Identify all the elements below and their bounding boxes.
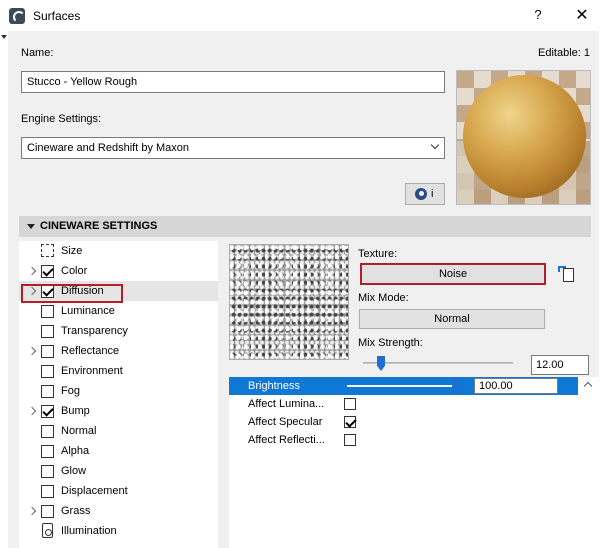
channel-item-glow[interactable]: Glow	[19, 461, 218, 481]
channel-checkbox[interactable]	[41, 265, 54, 278]
param-row-affect-specular[interactable]: Affect Specular	[229, 413, 578, 431]
help-button[interactable]: ?	[530, 7, 546, 22]
channel-checkbox[interactable]	[41, 505, 54, 518]
material-preview	[456, 70, 591, 205]
brightness-slider[interactable]	[347, 385, 457, 387]
mix-strength-label: Mix Strength:	[358, 337, 423, 349]
collapse-arrow-icon	[1, 35, 7, 39]
channel-label: Glow	[61, 465, 87, 477]
channel-item-environment[interactable]: Environment	[19, 361, 218, 381]
cinema4d-icon	[415, 188, 427, 200]
param-label: Affect Lumina...	[248, 398, 325, 410]
channel-checkbox[interactable]	[41, 345, 54, 358]
mix-mode-select[interactable]: Normal	[359, 309, 545, 329]
title-bar: Surfaces ? ✕	[0, 0, 607, 31]
load-texture-icon[interactable]	[557, 265, 581, 285]
diffusion-highlight-box	[21, 284, 123, 303]
channel-item-displacement[interactable]: Displacement	[19, 481, 218, 501]
channel-item-fog[interactable]: Fog	[19, 381, 218, 401]
channel-label: Alpha	[61, 445, 90, 457]
channel-label: Grass	[61, 505, 91, 517]
preview-sphere	[463, 75, 586, 198]
channel-label: Luminance	[61, 305, 115, 317]
param-label: Brightness	[248, 380, 300, 392]
chevron-right-icon[interactable]	[27, 506, 37, 516]
param-row-brightness[interactable]: Brightness 100.00	[229, 377, 578, 395]
chevron-right-icon[interactable]	[27, 406, 37, 416]
channel-label: Environment	[61, 365, 123, 377]
channel-label: Normal	[61, 425, 97, 437]
info-label: i	[431, 188, 434, 200]
channel-item-reflectance[interactable]: Reflectance	[19, 341, 218, 361]
name-label: Name:	[21, 47, 54, 59]
channel-checkbox[interactable]	[41, 465, 54, 478]
channel-item-transparency[interactable]: Transparency	[19, 321, 218, 341]
param-checkbox[interactable]	[344, 434, 356, 446]
channel-item-color[interactable]: Color	[19, 261, 218, 281]
scroll-up-icon[interactable]	[583, 381, 593, 391]
editable-count: Editable: 1	[538, 47, 590, 59]
channel-label: Bump	[61, 405, 90, 417]
param-row-affect-luminance[interactable]: Affect Lumina...	[229, 395, 578, 413]
param-label: Affect Specular	[248, 416, 323, 428]
param-checkbox[interactable]	[344, 416, 356, 428]
channel-label: Displacement	[61, 485, 128, 497]
surfaces-dialog: Name: Editable: 1 Stucco - Yellow Rough …	[8, 31, 599, 548]
channel-checkbox[interactable]	[41, 365, 54, 378]
channel-checkbox[interactable]	[41, 425, 54, 438]
texture-preview	[229, 244, 349, 360]
engine-settings-select[interactable]: Cineware and Redshift by Maxon	[21, 137, 445, 159]
mix-strength-input[interactable]: 12.00	[531, 355, 589, 375]
param-checkbox[interactable]	[344, 398, 356, 410]
name-field[interactable]: Stucco - Yellow Rough	[21, 71, 445, 93]
grid-scrollbar[interactable]	[578, 377, 599, 548]
size-icon	[41, 244, 54, 257]
mix-strength-slider-thumb[interactable]	[377, 356, 385, 371]
channel-checkbox[interactable]	[41, 485, 54, 498]
section-title: CINEWARE SETTINGS	[40, 220, 158, 232]
channel-label: Size	[61, 245, 83, 257]
brightness-slider-thumb[interactable]	[452, 379, 460, 394]
channel-label: Illumination	[61, 525, 117, 537]
param-row-affect-reflection[interactable]: Affect Reflecti...	[229, 431, 578, 449]
channel-checkbox[interactable]	[41, 305, 54, 318]
close-button[interactable]: ✕	[572, 5, 592, 25]
channel-checkbox[interactable]	[41, 445, 54, 458]
chevron-right-icon[interactable]	[27, 346, 37, 356]
engine-settings-value: Cineware and Redshift by Maxon	[27, 142, 190, 154]
arrow-icon	[558, 266, 566, 272]
mix-mode-label: Mix Mode:	[358, 292, 409, 304]
channel-checkbox[interactable]	[41, 325, 54, 338]
triangle-down-icon	[27, 224, 35, 229]
channel-label: Color	[61, 265, 88, 277]
texture-label: Texture:	[358, 248, 398, 260]
param-label: Affect Reflecti...	[248, 434, 325, 446]
channel-item-grass[interactable]: Grass	[19, 501, 218, 521]
archicad-app-icon	[9, 8, 25, 24]
window-title: Surfaces	[33, 9, 81, 23]
chevron-down-icon	[430, 140, 440, 150]
channel-item-alpha[interactable]: Alpha	[19, 441, 218, 461]
channel-label: Reflectance	[61, 345, 120, 357]
chevron-right-icon[interactable]	[27, 266, 37, 276]
parameter-grid: Brightness 100.00 Affect Lumina... Affec…	[229, 377, 599, 548]
cineware-info-button[interactable]: i	[405, 183, 445, 205]
cineware-settings-header[interactable]: CINEWARE SETTINGS	[19, 216, 591, 237]
channel-item-luminance[interactable]: Luminance	[19, 301, 218, 321]
engine-settings-label: Engine Settings:	[21, 113, 102, 125]
channel-label: Transparency	[61, 325, 128, 337]
illumination-icon	[42, 523, 53, 538]
channel-checkbox[interactable]	[41, 405, 54, 418]
channel-checkbox[interactable]	[41, 385, 54, 398]
channel-item-size[interactable]: Size	[19, 241, 218, 261]
channel-item-normal[interactable]: Normal	[19, 421, 218, 441]
channel-item-illumination[interactable]: Illumination	[19, 521, 218, 541]
mix-strength-slider[interactable]	[363, 362, 513, 364]
brightness-input[interactable]: 100.00	[474, 378, 558, 394]
noise-highlight-box	[360, 263, 546, 285]
channel-item-bump[interactable]: Bump	[19, 401, 218, 421]
channel-label: Fog	[61, 385, 80, 397]
